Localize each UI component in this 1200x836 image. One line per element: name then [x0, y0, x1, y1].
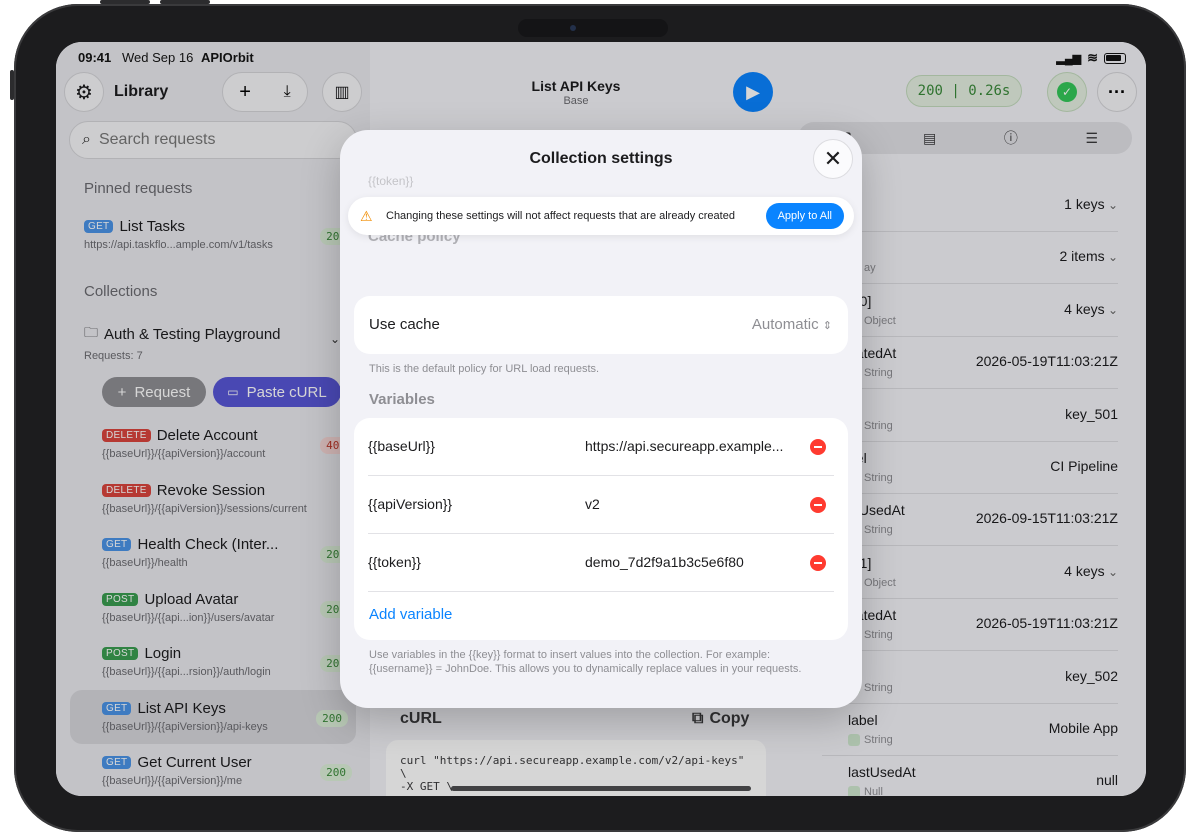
clock: 09:41	[78, 50, 112, 65]
variable-value[interactable]: v2	[585, 496, 800, 512]
collection-settings-modal: {{token}} Cache policy Collection settin…	[340, 130, 862, 708]
use-cache-row[interactable]: Use cache Automatic ⇕	[354, 296, 848, 354]
volume-button	[100, 0, 150, 4]
variable-row[interactable]: {{baseUrl}} https://api.secureapp.exampl…	[368, 418, 834, 476]
date: Wed Sep 16	[122, 50, 194, 65]
remove-icon[interactable]	[810, 439, 826, 455]
power-button	[10, 70, 14, 100]
wifi-icon: ≋	[1087, 50, 1098, 65]
add-variable-button[interactable]: Add variable	[369, 606, 452, 623]
battery-icon	[1104, 52, 1126, 64]
close-button[interactable]: ✕	[813, 139, 853, 179]
home-indicator	[451, 786, 751, 791]
app-name: APIOrbit	[201, 50, 254, 65]
variable-row[interactable]: {{apiVersion}} v2	[368, 476, 834, 534]
warning-text: Changing these settings will not affect …	[386, 210, 735, 222]
remove-icon[interactable]	[810, 555, 826, 571]
cache-hint: This is the default policy for URL load …	[369, 363, 600, 375]
variables-header: Variables	[369, 391, 435, 408]
variable-value[interactable]: https://api.secureapp.example...	[585, 438, 800, 454]
variable-name[interactable]: {{apiVersion}}	[368, 496, 452, 512]
variables-card: {{baseUrl}} https://api.secureapp.exampl…	[354, 418, 848, 640]
remove-icon[interactable]	[810, 497, 826, 513]
use-cache-value: Automatic	[751, 316, 819, 333]
close-icon: ✕	[823, 146, 843, 171]
modal-title: Collection settings	[529, 150, 673, 167]
signal-icon: ▂▄▆	[1056, 52, 1082, 65]
variable-row[interactable]: {{token}} demo_7d2f9a1b3c5e6f80	[368, 534, 834, 592]
camera-icon	[570, 25, 576, 31]
warning-icon: ⚠	[360, 208, 373, 224]
variable-name[interactable]: {{baseUrl}}	[368, 438, 435, 454]
use-cache-select[interactable]: Automatic ⇕	[752, 316, 832, 333]
chevron-updown-icon: ⇕	[822, 320, 832, 332]
warning-banner: ⚠ Changing these settings will not affec…	[348, 197, 854, 235]
status-bar: 09:41 Wed Sep 16 APIOrbit ▂▄▆ ≋	[56, 48, 1146, 68]
system-indicators: ▂▄▆ ≋	[1056, 50, 1126, 66]
variables-hint: Use variables in the {{key}} format to i…	[369, 649, 802, 675]
screen: ⚙ Library + ⤓ ▥ ⌕ Search requests Pinned…	[56, 42, 1146, 796]
volume-button	[160, 0, 210, 4]
apply-to-all-button[interactable]: Apply to All	[765, 203, 844, 229]
variable-value[interactable]: demo_7d2f9a1b3c5e6f80	[585, 554, 800, 570]
scrolled-text: {{token}}	[368, 174, 414, 188]
variable-name[interactable]: {{token}}	[368, 554, 421, 570]
use-cache-label: Use cache	[369, 316, 440, 333]
camera-bar	[518, 19, 668, 37]
